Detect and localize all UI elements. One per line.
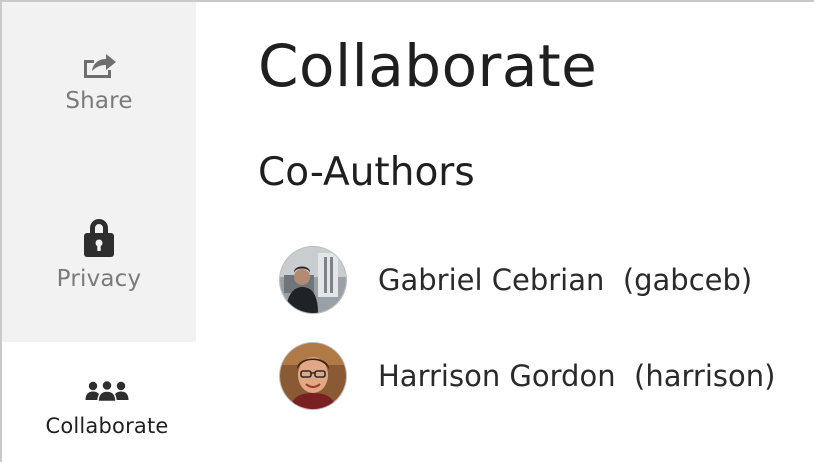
collaborate-panel: Share Privacy Collaborate Collaborate Co… [0, 0, 814, 462]
share-icon [80, 50, 118, 80]
list-item[interactable]: Harrison Gordon (harrison) [280, 328, 775, 424]
author-name: Harrison Gordon (harrison) [378, 359, 776, 393]
settings-sidebar: Share Privacy Collaborate [2, 2, 196, 462]
sidebar-item-label: Share [65, 88, 133, 114]
people-icon [85, 379, 129, 403]
sidebar-item-collaborate[interactable]: Collaborate [18, 342, 196, 462]
avatar [280, 247, 346, 313]
avatar [280, 343, 346, 409]
sidebar-item-share[interactable]: Share [2, 2, 196, 172]
coauthor-list: Gabriel Cebrian (gabceb) Harrison Gordon… [280, 232, 775, 424]
sidebar-item-privacy[interactable]: Privacy [2, 172, 196, 342]
sidebar-item-label: Collaborate [45, 414, 169, 438]
section-title: Co-Authors [258, 150, 475, 195]
list-item[interactable]: Gabriel Cebrian (gabceb) [280, 232, 775, 328]
page-title: Collaborate [258, 32, 598, 100]
lock-icon [81, 216, 117, 258]
author-name: Gabriel Cebrian (gabceb) [378, 263, 753, 297]
sidebar-item-label: Privacy [56, 266, 142, 292]
